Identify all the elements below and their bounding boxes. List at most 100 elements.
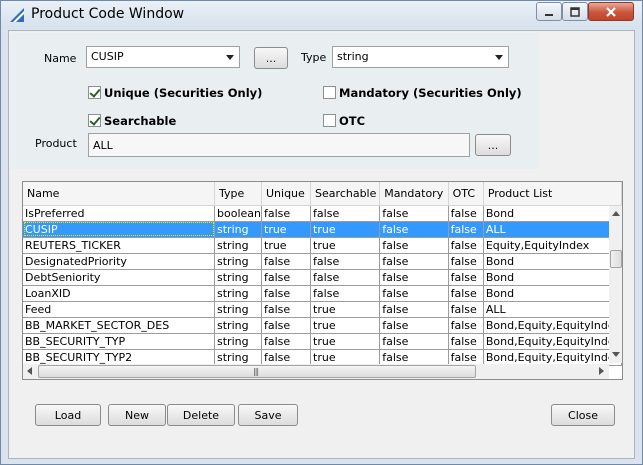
vertical-scrollbar[interactable]: [609, 206, 622, 363]
column-header-otc[interactable]: OTC: [448, 182, 484, 206]
scroll-up-icon[interactable]: [612, 211, 620, 216]
cell-product-list[interactable]: Equity,EquityIndex: [483, 237, 622, 254]
table-row[interactable]: LoanXID string false false false false Bond: [23, 285, 622, 302]
cell-product-list[interactable]: Bond,Equity,EquityIndex: [483, 317, 622, 334]
horizontal-scrollbar[interactable]: |||: [23, 364, 609, 379]
cell-mandatory[interactable]: false: [379, 333, 449, 350]
cell-mandatory[interactable]: false: [379, 301, 449, 318]
save-button[interactable]: Save: [238, 404, 298, 426]
new-button[interactable]: New: [108, 404, 166, 426]
name-select[interactable]: CUSIP: [86, 46, 240, 68]
cell-otc[interactable]: false: [448, 317, 484, 334]
cell-otc[interactable]: false: [448, 237, 484, 254]
cell-unique[interactable]: false: [261, 253, 312, 270]
cell-name[interactable]: BB_MARKET_SECTOR_DES: [23, 317, 216, 334]
cell-unique[interactable]: false: [261, 269, 312, 286]
cell-unique[interactable]: false: [261, 317, 312, 334]
name-browse-button[interactable]: ...: [254, 47, 288, 69]
cell-type[interactable]: string: [214, 285, 262, 302]
cell-unique[interactable]: false: [261, 333, 312, 350]
cell-type[interactable]: string: [214, 301, 262, 318]
table-row[interactable]: BB_MARKET_SECTOR_DES string false true false…: [23, 317, 622, 334]
cell-name[interactable]: LoanXID: [23, 285, 216, 302]
table-row[interactable]: BB_SECURITY_TYP string false true false false…: [23, 333, 622, 350]
cell-searchable[interactable]: false: [310, 285, 381, 302]
cell-type[interactable]: string: [214, 221, 262, 238]
cell-unique[interactable]: false: [261, 349, 312, 366]
product-code-table[interactable]: Name Type Unique Searchable Mandatory OT…: [22, 181, 623, 380]
cell-otc[interactable]: false: [448, 269, 484, 286]
cell-otc[interactable]: false: [448, 285, 484, 302]
cell-product-list[interactable]: ALL: [483, 221, 622, 238]
maximize-button[interactable]: [562, 2, 588, 21]
product-browse-button[interactable]: ...: [475, 134, 511, 156]
unique-checkbox[interactable]: [88, 86, 101, 99]
cell-mandatory[interactable]: false: [379, 285, 449, 302]
column-header-name[interactable]: Name: [23, 182, 216, 206]
cell-mandatory[interactable]: false: [379, 317, 449, 334]
searchable-checkbox[interactable]: [88, 114, 101, 127]
cell-product-list[interactable]: Bond,Equity,EquityIndex: [483, 349, 622, 366]
cell-product-list[interactable]: Bond,Equity,EquityIndex: [483, 333, 622, 350]
cell-mandatory[interactable]: false: [379, 349, 449, 366]
table-row[interactable]: BB_SECURITY_TYP2 string false true false fals…: [23, 349, 622, 366]
cell-otc[interactable]: false: [448, 333, 484, 350]
column-header-mandatory[interactable]: Mandatory: [379, 182, 449, 206]
cell-type[interactable]: string: [214, 269, 262, 286]
cell-otc[interactable]: false: [448, 221, 484, 238]
cell-unique[interactable]: true: [261, 221, 312, 238]
cell-name[interactable]: BB_SECURITY_TYP: [23, 333, 216, 350]
cell-name[interactable]: DebtSeniority: [23, 269, 216, 286]
cell-type[interactable]: string: [214, 333, 262, 350]
cell-name[interactable]: IsPreferred: [23, 205, 216, 222]
cell-name[interactable]: CUSIP: [23, 221, 216, 238]
minimize-button[interactable]: [536, 2, 562, 21]
mandatory-checkbox[interactable]: [323, 86, 336, 99]
cell-searchable[interactable]: true: [310, 317, 381, 334]
window-close-button[interactable]: [588, 2, 634, 21]
cell-searchable[interactable]: false: [310, 253, 381, 270]
load-button[interactable]: Load: [35, 404, 101, 426]
cell-unique[interactable]: true: [261, 237, 312, 254]
cell-name[interactable]: Feed: [23, 301, 216, 318]
scroll-right-icon[interactable]: [599, 367, 604, 375]
cell-unique[interactable]: false: [261, 205, 312, 222]
cell-otc[interactable]: false: [448, 253, 484, 270]
column-header-searchable[interactable]: Searchable: [310, 182, 381, 206]
cell-otc[interactable]: false: [448, 301, 484, 318]
delete-button[interactable]: Delete: [167, 404, 235, 426]
title-bar[interactable]: Product Code Window: [1, 1, 642, 29]
otc-checkbox[interactable]: [323, 114, 336, 127]
scroll-down-icon[interactable]: [612, 352, 620, 357]
cell-unique[interactable]: false: [261, 285, 312, 302]
cell-type[interactable]: string: [214, 237, 262, 254]
type-select[interactable]: string: [332, 46, 509, 68]
table-row[interactable]: CUSIP string true true false false ALL: [23, 221, 622, 238]
cell-searchable[interactable]: true: [310, 301, 381, 318]
cell-searchable[interactable]: true: [310, 333, 381, 350]
cell-product-list[interactable]: Bond: [483, 269, 622, 286]
cell-unique[interactable]: false: [261, 301, 312, 318]
cell-searchable[interactable]: true: [310, 349, 381, 366]
cell-name[interactable]: DesignatedPriority: [23, 253, 216, 270]
cell-type[interactable]: string: [214, 253, 262, 270]
cell-mandatory[interactable]: false: [379, 269, 449, 286]
cell-otc[interactable]: false: [448, 205, 484, 222]
cell-mandatory[interactable]: false: [379, 253, 449, 270]
column-header-unique[interactable]: Unique: [261, 182, 312, 206]
table-row[interactable]: DebtSeniority string false false false false B…: [23, 269, 622, 286]
vertical-scroll-thumb[interactable]: [610, 250, 622, 268]
cell-product-list[interactable]: Bond: [483, 253, 622, 270]
cell-searchable[interactable]: false: [310, 205, 381, 222]
cell-type[interactable]: boolean: [214, 205, 262, 222]
cell-name[interactable]: REUTERS_TICKER: [23, 237, 216, 254]
cell-product-list[interactable]: Bond: [483, 205, 622, 222]
cell-type[interactable]: string: [214, 349, 262, 366]
cell-product-list[interactable]: Bond: [483, 285, 622, 302]
table-row[interactable]: REUTERS_TICKER string true true false false Eq…: [23, 237, 622, 254]
cell-searchable[interactable]: true: [310, 221, 381, 238]
cell-otc[interactable]: false: [448, 349, 484, 366]
cell-mandatory[interactable]: false: [379, 221, 449, 238]
cell-name[interactable]: BB_SECURITY_TYP2: [23, 349, 216, 366]
table-row[interactable]: IsPreferred boolean false false false false Bo…: [23, 205, 622, 222]
